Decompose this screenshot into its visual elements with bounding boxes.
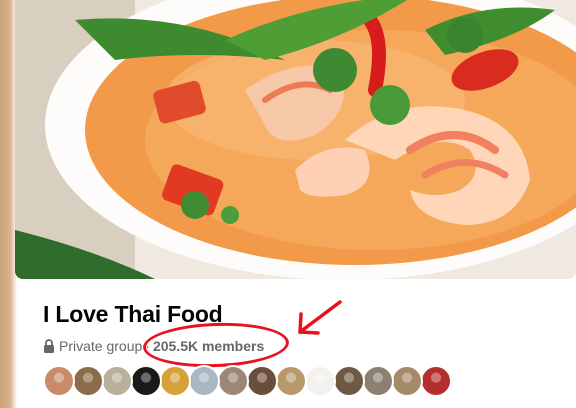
member-avatar[interactable]	[391, 365, 423, 397]
member-avatar[interactable]	[217, 365, 249, 397]
privacy-label[interactable]: Private group	[59, 338, 142, 354]
member-avatar[interactable]	[275, 365, 307, 397]
cover-photo[interactable]	[15, 0, 576, 279]
member-avatar[interactable]	[43, 365, 75, 397]
member-avatar[interactable]	[333, 365, 365, 397]
member-avatar[interactable]	[130, 365, 162, 397]
member-avatar[interactable]	[420, 365, 452, 397]
cover-photo-image	[15, 0, 576, 279]
member-avatar[interactable]	[188, 365, 220, 397]
member-avatar[interactable]	[362, 365, 394, 397]
member-avatar[interactable]	[246, 365, 278, 397]
member-avatar[interactable]	[72, 365, 104, 397]
member-avatars	[43, 365, 452, 397]
lock-icon	[44, 339, 54, 353]
member-avatar[interactable]	[101, 365, 133, 397]
member-avatar[interactable]	[159, 365, 191, 397]
member-avatar[interactable]	[304, 365, 336, 397]
red-arrow-icon	[298, 300, 342, 335]
